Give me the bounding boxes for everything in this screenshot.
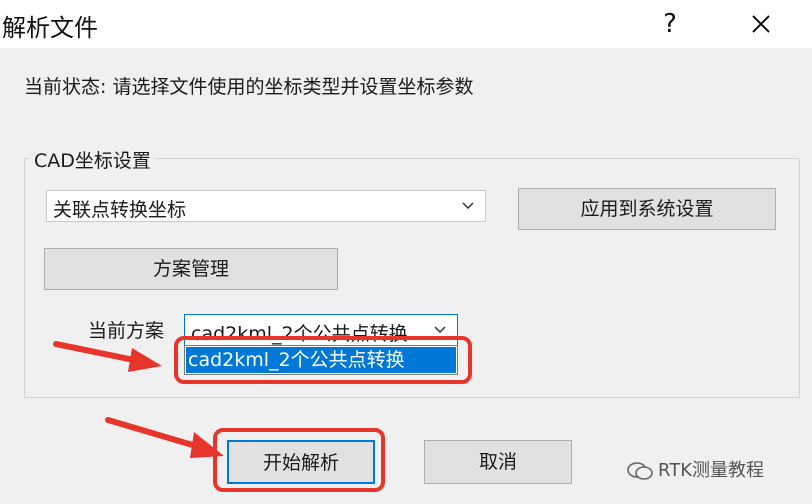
watermark-text: RTK测量教程 [658,460,764,481]
wechat-icon [627,462,653,480]
watermark: RTK测量教程 [626,456,764,482]
annotation-arrow-1 [53,341,162,372]
highlight-box-dropdown [174,336,472,384]
close-icon [752,15,770,33]
close-button[interactable] [736,4,786,44]
chevron-down-icon [462,202,474,210]
window-title: 解析文件 [2,14,98,42]
title-bar: 解析文件 ? [0,0,812,48]
plan-manage-button[interactable]: 方案管理 [44,248,338,290]
coord-mode-value: 关联点转换坐标 [53,199,187,221]
status-text: 当前状态: 请选择文件使用的坐标类型并设置坐标参数 [24,76,474,98]
chevron-down-icon [434,326,446,334]
coord-mode-select[interactable]: 关联点转换坐标 [46,190,486,222]
apply-to-system-button[interactable]: 应用到系统设置 [518,188,776,230]
highlight-box-start [213,428,385,492]
cad-settings-legend: CAD坐标设置 [30,146,155,173]
help-button[interactable]: ? [648,4,692,44]
annotation-arrow-2 [105,417,224,458]
cancel-button[interactable]: 取消 [424,440,572,484]
